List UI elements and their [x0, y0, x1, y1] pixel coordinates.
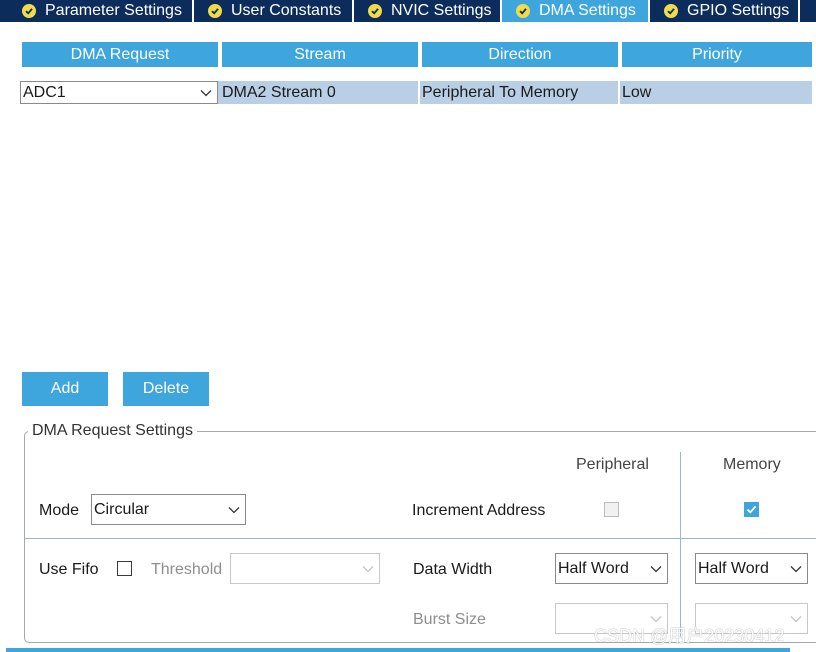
peripheral-column-header: Peripheral [576, 456, 649, 473]
tab-label: GPIO Settings [687, 2, 790, 19]
mode-value: Circular [94, 500, 150, 518]
burst-size-label: Burst Size [413, 611, 486, 628]
dma-request-select[interactable]: ADC1 [20, 81, 218, 104]
increment-address-label: Increment Address [412, 502, 546, 519]
chevron-down-icon [785, 554, 807, 583]
tab-user-constants[interactable]: User Constants [194, 0, 354, 22]
memory-data-width-value: Half Word [698, 559, 769, 577]
memory-increment-checkbox[interactable] [744, 502, 759, 517]
checkmark-icon [746, 505, 757, 514]
priority-cell: Low [622, 84, 652, 101]
dma-request-value: ADC1 [23, 83, 66, 101]
threshold-select[interactable] [230, 553, 380, 584]
check-circle-icon [664, 4, 678, 18]
tab-gpio-settings[interactable]: GPIO Settings [650, 0, 800, 22]
column-divider [680, 452, 681, 638]
tab-bar: Parameter Settings User Constants NVIC S… [0, 0, 816, 22]
column-header-stream[interactable]: Stream [222, 42, 418, 67]
tab-label: NVIC Settings [391, 2, 492, 19]
mode-select[interactable]: Circular [91, 494, 246, 525]
row-divider [25, 538, 816, 539]
tab-nvic-settings[interactable]: NVIC Settings [354, 0, 502, 22]
check-circle-icon [368, 4, 382, 18]
scrollbar-thumb[interactable] [6, 648, 790, 652]
column-header-dma-request[interactable]: DMA Request [22, 42, 218, 67]
stream-cell: DMA2 Stream 0 [222, 84, 336, 101]
peripheral-increment-checkbox[interactable] [604, 502, 619, 517]
direction-cell: Peripheral To Memory [422, 84, 579, 101]
peripheral-data-width-select[interactable]: Half Word [555, 553, 668, 584]
chevron-down-icon [645, 554, 667, 583]
tab-parameter-settings[interactable]: Parameter Settings [0, 0, 194, 22]
check-circle-icon [516, 4, 530, 18]
watermark: CSDN @用户20230412 [594, 626, 785, 646]
memory-data-width-select[interactable]: Half Word [695, 553, 808, 584]
column-header-priority[interactable]: Priority [622, 42, 812, 67]
tab-label: Parameter Settings [45, 2, 182, 19]
column-header-direction[interactable]: Direction [422, 42, 618, 67]
chevron-down-icon [357, 554, 379, 583]
cell-divider [618, 81, 620, 104]
chevron-down-icon [223, 495, 245, 524]
check-circle-icon [208, 4, 222, 18]
tab-label: User Constants [231, 2, 342, 19]
data-width-label: Data Width [413, 561, 493, 578]
delete-button[interactable]: Delete [123, 372, 209, 406]
memory-column-header: Memory [723, 456, 781, 473]
mode-label: Mode [39, 502, 80, 519]
use-fifo-checkbox[interactable] [117, 561, 132, 576]
peripheral-data-width-value: Half Word [558, 559, 629, 577]
use-fifo-label: Use Fifo [39, 561, 99, 578]
tab-dma-settings[interactable]: DMA Settings [502, 0, 650, 22]
check-circle-icon [22, 4, 36, 18]
threshold-label: Threshold [151, 561, 223, 578]
chevron-down-icon [785, 604, 807, 633]
tab-label: DMA Settings [539, 2, 636, 19]
chevron-down-icon [195, 82, 217, 103]
add-button[interactable]: Add [22, 372, 108, 406]
group-legend: DMA Request Settings [28, 422, 197, 440]
cell-divider [418, 81, 420, 104]
